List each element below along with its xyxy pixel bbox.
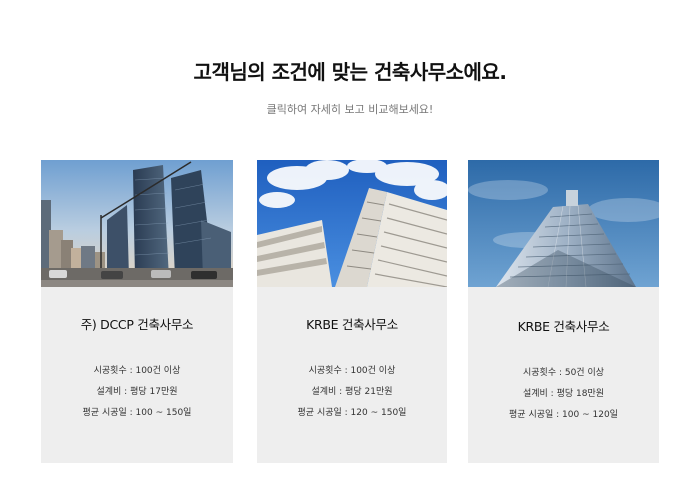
design-fee: 설계비 : 평당 21만원: [311, 387, 393, 397]
page-title: 고객님의 조건에 맞는 건축사무소에요.: [193, 60, 507, 84]
construction-count: 시공횟수 : 100건 이상: [93, 366, 181, 376]
construction-count: 시공횟수 : 100건 이상: [308, 366, 396, 376]
office-card-2[interactable]: KRBE 건축사무소 시공횟수 : 100건 이상 설계비 : 평당 21만원 …: [257, 160, 447, 463]
office-photo-city-street: [41, 160, 233, 287]
design-fee: 설계비 : 평당 18만원: [522, 389, 605, 399]
office-card-1[interactable]: 주) DCCP 건축사무소 시공횟수 : 100건 이상 설계비 : 평당 17…: [41, 160, 233, 463]
page-subtitle: 클릭하여 자세히 보고 비교해보세요!: [266, 103, 434, 116]
office-name: KRBE 건축사무소: [517, 319, 610, 334]
average-period: 평균 시공일 : 120 ~ 150일: [297, 408, 407, 418]
average-period: 평균 시공일 : 100 ~ 150일: [82, 408, 192, 418]
office-name: KRBE 건축사무소: [306, 317, 398, 332]
construction-count: 시공횟수 : 50건 이상: [522, 368, 605, 378]
design-fee: 설계비 : 평당 17만원: [96, 387, 178, 397]
office-name: 주) DCCP 건축사무소: [80, 317, 194, 332]
office-card-3[interactable]: KRBE 건축사무소 시공횟수 : 50건 이상 설계비 : 평당 18만원 평…: [468, 160, 659, 463]
office-photo-skyscraper: [468, 160, 659, 287]
office-photo-apartment-towers: [257, 160, 447, 287]
average-period: 평균 시공일 : 100 ~ 120일: [509, 410, 618, 420]
